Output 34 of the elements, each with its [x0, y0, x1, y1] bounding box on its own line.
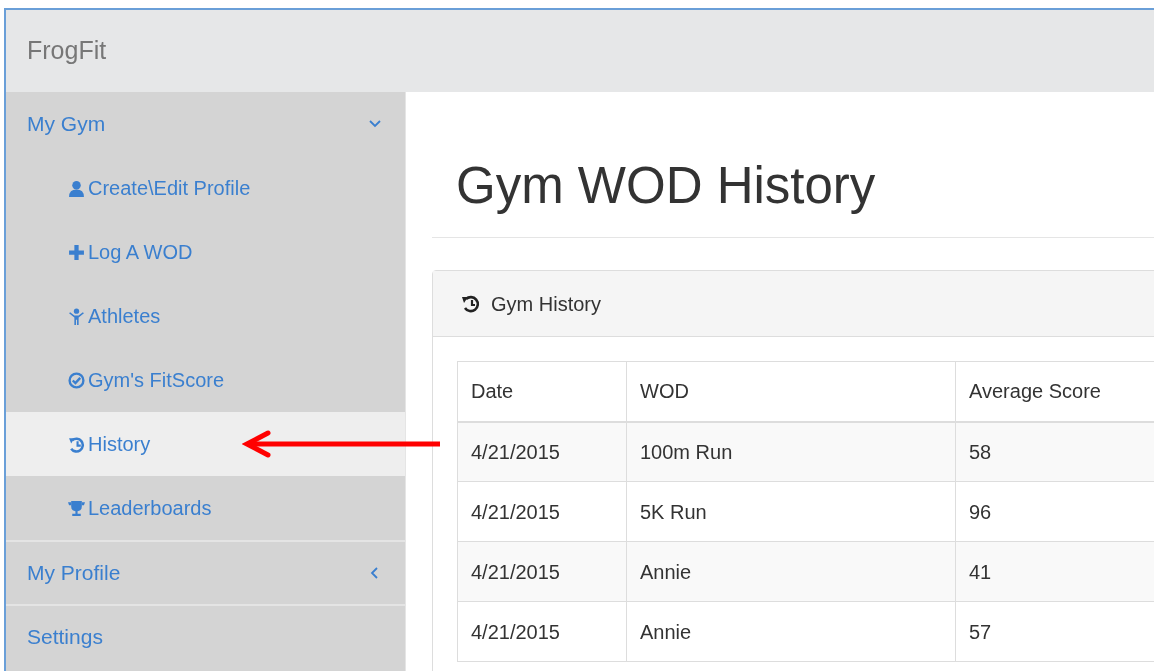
sidebar-item[interactable]: My Profile — [6, 540, 405, 604]
table-cell: 4/21/2015 — [457, 601, 627, 662]
user-icon — [68, 179, 85, 197]
sidebar-item[interactable]: Settings — [6, 604, 405, 668]
table-cell: Annie — [626, 541, 956, 602]
table-cell: 4/21/2015 — [457, 541, 627, 602]
column-header: WOD — [626, 361, 956, 422]
submenu-label: Gym's FitScore — [88, 368, 225, 393]
panel-title: Gym History — [491, 291, 601, 317]
app-title[interactable]: FrogFit — [27, 32, 107, 70]
submenu-label: Log A WOD — [88, 240, 193, 265]
submenu-label: Athletes — [88, 304, 161, 329]
submenu-label: Leaderboards — [88, 496, 212, 521]
sidebar-item[interactable]: My Gym — [6, 92, 405, 156]
history-icon — [68, 435, 85, 453]
column-header: Average Score — [955, 361, 1154, 422]
submenu-label: Create\Edit Profile — [88, 176, 251, 201]
history-icon — [461, 294, 481, 313]
page-heading: Gym WOD History — [432, 160, 1154, 238]
check-circle-icon — [68, 371, 85, 389]
sidebar-label: Settings — [27, 624, 103, 651]
table-cell: 100m Run — [626, 421, 956, 482]
sidebar-label: My Gym — [27, 111, 106, 138]
table-cell: 4/21/2015 — [457, 421, 627, 482]
submenu-item[interactable]: History — [6, 412, 405, 476]
column-header: Date — [457, 361, 627, 422]
trophy-icon — [68, 499, 85, 517]
table-cell: 4/21/2015 — [457, 481, 627, 542]
sidebar-label: My Profile — [27, 560, 121, 587]
table-cell: 5K Run — [626, 481, 956, 542]
submenu-label: History — [88, 432, 151, 457]
table-cell: Annie — [626, 601, 956, 662]
person-icon — [68, 307, 85, 325]
plus-icon — [68, 243, 85, 261]
